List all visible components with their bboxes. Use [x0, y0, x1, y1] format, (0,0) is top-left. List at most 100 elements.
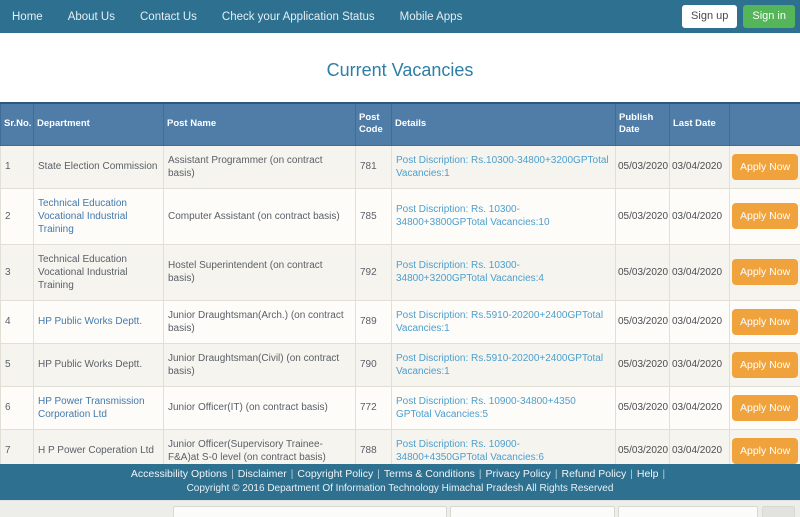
footer-separator: | [291, 469, 294, 480]
nav-item-about-us[interactable]: About Us [68, 11, 115, 23]
cell-last-date: 03/04/2020 [670, 343, 730, 386]
cell-last-date: 03/04/2020 [670, 188, 730, 244]
table-row: 2Technical Education Vocational Industri… [1, 188, 800, 244]
cell-apply: Apply Now [730, 188, 800, 244]
footer-link-terms-conditions[interactable]: Terms & Conditions [384, 468, 475, 480]
cell-apply: Apply Now [730, 343, 800, 386]
cell-publish-date: 05/03/2020 [616, 300, 670, 343]
cell-details[interactable]: Post Discription: Rs. 10300-34800+3200GP… [392, 244, 616, 300]
apply-now-button[interactable]: Apply Now [732, 352, 798, 378]
partial-card [618, 506, 758, 517]
cell-post-code: 792 [356, 244, 392, 300]
cell-post-name: Junior Draughtsman(Arch.) (on contract b… [164, 300, 356, 343]
cell-apply: Apply Now [730, 145, 800, 188]
cell-publish-date: 05/03/2020 [616, 244, 670, 300]
cell-department[interactable]: HP Power Transmission Corporation Ltd [34, 386, 164, 429]
partial-card [450, 506, 615, 517]
col-header-details: Details [392, 103, 616, 145]
cell-publish-date: 05/03/2020 [616, 386, 670, 429]
apply-now-button[interactable]: Apply Now [732, 438, 798, 464]
copyright-text: Copyright © 2016 Department Of Informati… [0, 483, 800, 494]
cell-details[interactable]: Post Discription: Rs. 10300-34800+3800GP… [392, 188, 616, 244]
footer-separator: | [479, 469, 482, 480]
footer-separator: | [555, 469, 558, 480]
partial-card [762, 506, 795, 517]
cell-post-name: Computer Assistant (on contract basis) [164, 188, 356, 244]
footer-link-refund-policy[interactable]: Refund Policy [562, 468, 627, 480]
col-header-last-date: Last Date [670, 103, 730, 145]
cell-post-code: 781 [356, 145, 392, 188]
cell-details[interactable]: Post Discription: Rs.10300-34800+3200GPT… [392, 145, 616, 188]
cell-publish-date: 05/03/2020 [616, 343, 670, 386]
apply-now-button[interactable]: Apply Now [732, 259, 798, 285]
cell-post-name: Assistant Programmer (on contract basis) [164, 145, 356, 188]
cell-post-name: Junior Draughtsman(Civil) (on contract b… [164, 343, 356, 386]
col-header-actions [730, 103, 800, 145]
cell-sr-no: 5 [1, 343, 34, 386]
nav-menu: Home About Us Contact Us Check your Applica… [12, 11, 682, 23]
apply-now-button[interactable]: Apply Now [732, 154, 798, 180]
nav-item-contact-us[interactable]: Contact Us [140, 11, 197, 23]
cell-publish-date: 05/03/2020 [616, 145, 670, 188]
cell-department[interactable]: Technical Education Vocational Industria… [34, 188, 164, 244]
cell-sr-no: 2 [1, 188, 34, 244]
apply-now-button[interactable]: Apply Now [732, 395, 798, 421]
col-header-department: Department [34, 103, 164, 145]
signin-button[interactable]: Sign in [743, 5, 795, 27]
cell-sr-no: 3 [1, 244, 34, 300]
page-title: Current Vacancies [0, 60, 800, 81]
vacancies-table: Sr.No.DepartmentPost NamePost CodeDetail… [0, 102, 800, 473]
cell-sr-no: 4 [1, 300, 34, 343]
footer-separator: | [630, 469, 633, 480]
footer-link-copyright-policy[interactable]: Copyright Policy [297, 468, 373, 480]
cell-details[interactable]: Post Discription: Rs.5910-20200+2400GPTo… [392, 300, 616, 343]
partial-card [173, 506, 447, 517]
cell-publish-date: 05/03/2020 [616, 188, 670, 244]
apply-now-button[interactable]: Apply Now [732, 309, 798, 335]
col-header-post-name: Post Name [164, 103, 356, 145]
cell-post-name: Hostel Superintendent (on contract basis… [164, 244, 356, 300]
cell-apply: Apply Now [730, 386, 800, 429]
nav-item-home[interactable]: Home [12, 11, 43, 23]
col-header-post-code: Post Code [356, 103, 392, 145]
footer-link-accessibility-options[interactable]: Accessibility Options [131, 468, 227, 480]
table-row: 5HP Public Works Deptt.Junior Draughtsma… [1, 343, 800, 386]
footer-link-help[interactable]: Help [637, 468, 659, 480]
table-header-row: Sr.No.DepartmentPost NamePost CodeDetail… [1, 103, 800, 145]
cell-department: HP Public Works Deptt. [34, 343, 164, 386]
footer-separator: | [377, 469, 380, 480]
footer-separator: | [663, 469, 666, 480]
cell-last-date: 03/04/2020 [670, 244, 730, 300]
table-row: 1State Election CommissionAssistant Prog… [1, 145, 800, 188]
cell-details[interactable]: Post Discription: Rs. 10900-34800+4350 G… [392, 386, 616, 429]
top-navbar: Home About Us Contact Us Check your Applica… [0, 0, 800, 33]
cell-last-date: 03/04/2020 [670, 386, 730, 429]
cell-apply: Apply Now [730, 244, 800, 300]
col-header-publish-date: Publish Date [616, 103, 670, 145]
cell-department: Technical Education Vocational Industria… [34, 244, 164, 300]
cell-sr-no: 1 [1, 145, 34, 188]
cell-post-name: Junior Officer(IT) (on contract basis) [164, 386, 356, 429]
bottom-strip [0, 500, 800, 517]
cell-post-code: 785 [356, 188, 392, 244]
col-header-sr-no: Sr.No. [1, 103, 34, 145]
cell-post-code: 772 [356, 386, 392, 429]
apply-now-button[interactable]: Apply Now [732, 203, 798, 229]
cell-last-date: 03/04/2020 [670, 300, 730, 343]
nav-actions: Sign up Sign in [682, 5, 795, 27]
cell-last-date: 03/04/2020 [670, 145, 730, 188]
footer-links: Accessibility Options|Disclaimer|Copyrig… [0, 468, 800, 480]
cell-department[interactable]: HP Public Works Deptt. [34, 300, 164, 343]
cell-department: State Election Commission [34, 145, 164, 188]
table-row: 6HP Power Transmission Corporation LtdJu… [1, 386, 800, 429]
nav-item-check-your-application-status[interactable]: Check your Application Status [222, 11, 375, 23]
cell-apply: Apply Now [730, 300, 800, 343]
footer-link-privacy-policy[interactable]: Privacy Policy [486, 468, 551, 480]
footer-link-disclaimer[interactable]: Disclaimer [238, 468, 287, 480]
cell-sr-no: 6 [1, 386, 34, 429]
cell-details[interactable]: Post Discription: Rs.5910-20200+2400GPTo… [392, 343, 616, 386]
nav-item-mobile-apps[interactable]: Mobile Apps [400, 11, 463, 23]
table-row: 4HP Public Works Deptt.Junior Draughtsma… [1, 300, 800, 343]
signup-button[interactable]: Sign up [682, 5, 737, 27]
footer-separator: | [231, 469, 234, 480]
